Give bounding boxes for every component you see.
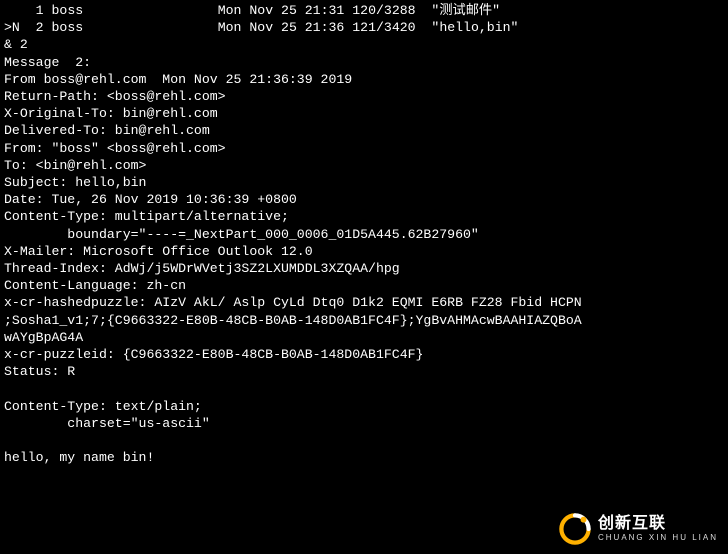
body-charset: charset="us-ascii" (4, 416, 210, 431)
header-content-language: Content-Language: zh-cn (4, 278, 186, 293)
header-envelope: From boss@rehl.com Mon Nov 25 21:36:39 2… (4, 72, 352, 87)
terminal-output: 1 boss Mon Nov 25 21:31 120/3288 "测试邮件" … (0, 0, 728, 468)
mail-list-row: >N 2 boss Mon Nov 25 21:36 121/3420 "hel… (4, 20, 518, 35)
header-to: To: <bin@rehl.com> (4, 158, 146, 173)
header-subject: Subject: hello,bin (4, 175, 146, 190)
header-x-cr-hashedpuzzle: x-cr-hashedpuzzle: AIzV AkL/ Aslp CyLd D… (4, 295, 582, 310)
watermark: 创新互联 CHUANG XIN HU LIAN (558, 512, 718, 546)
header-status: Status: R (4, 364, 75, 379)
watermark-logo-icon (558, 512, 592, 546)
watermark-text-zh: 创新互联 (598, 515, 718, 533)
message-body-text: hello, my name bin! (4, 450, 154, 465)
mail-list-row: 1 boss Mon Nov 25 21:31 120/3288 "测试邮件" (4, 3, 500, 18)
header-delivered-to: Delivered-To: bin@rehl.com (4, 123, 210, 138)
header-return-path: Return-Path: <boss@rehl.com> (4, 89, 226, 104)
header-date: Date: Tue, 26 Nov 2019 10:36:39 +0800 (4, 192, 297, 207)
header-x-cr-puzzleid: x-cr-puzzleid: {C9663322-E80B-48CB-B0AB-… (4, 347, 423, 362)
header-from: From: "boss" <boss@rehl.com> (4, 141, 226, 156)
message-number: Message 2: (4, 55, 91, 70)
header-x-cr-hashedpuzzle-cont2: wAYgBpAG4A (4, 330, 83, 345)
header-x-original-to: X-Original-To: bin@rehl.com (4, 106, 218, 121)
header-boundary: boundary="----=_NextPart_000_0006_01D5A4… (4, 227, 479, 242)
watermark-text-pinyin: CHUANG XIN HU LIAN (598, 533, 718, 543)
body-content-type: Content-Type: text/plain; (4, 399, 202, 414)
mail-prompt-command[interactable]: & 2 (4, 37, 28, 52)
header-thread-index: Thread-Index: AdWj/j5WDrWVetj3SZ2LXUMDDL… (4, 261, 400, 276)
header-x-mailer: X-Mailer: Microsoft Office Outlook 12.0 (4, 244, 313, 259)
header-x-cr-hashedpuzzle-cont: ;Sosha1_v1;7;{C9663322-E80B-48CB-B0AB-14… (4, 313, 582, 328)
header-content-type: Content-Type: multipart/alternative; (4, 209, 289, 224)
